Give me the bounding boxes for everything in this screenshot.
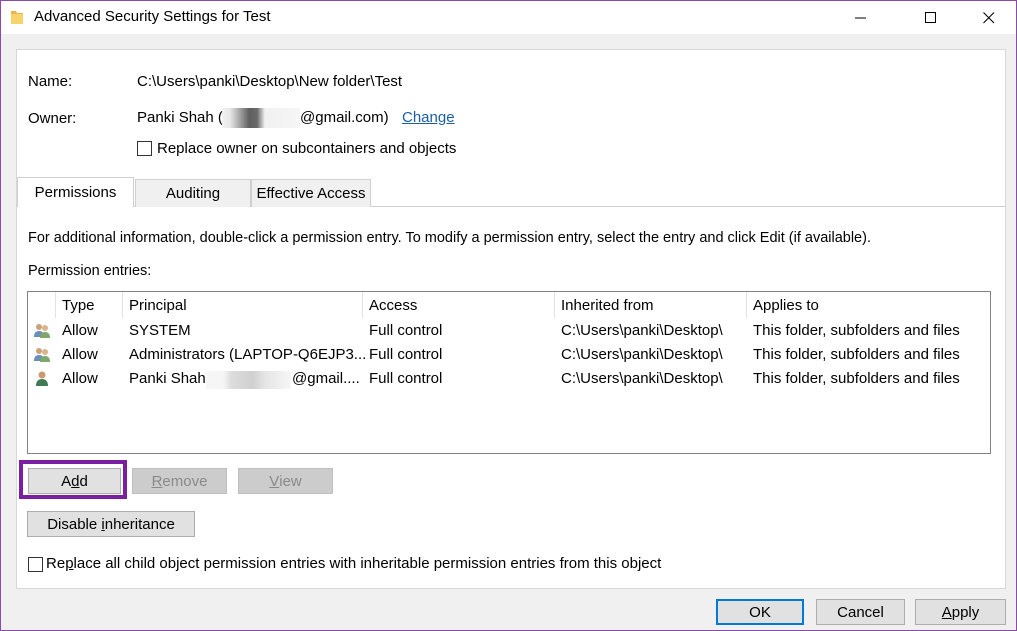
header-applies-to[interactable]: Applies to xyxy=(747,292,989,318)
tab-permissions-label: Permissions xyxy=(34,184,117,201)
info-text: For additional information, double-click… xyxy=(28,230,871,246)
header-principal[interactable]: Principal xyxy=(123,292,363,318)
apply-button[interactable]: Apply xyxy=(915,599,1006,625)
row-type: Allow xyxy=(62,370,98,387)
view-label-b: iew xyxy=(279,472,302,490)
row-principal: SYSTEM xyxy=(129,322,191,339)
tab-auditing-label: Auditing xyxy=(165,185,221,202)
owner-change-link[interactable]: Change xyxy=(402,109,455,126)
ok-label: OK xyxy=(749,603,771,621)
redacted-email xyxy=(222,108,300,128)
replace-owner-label: Replace owner on subcontainers and objec… xyxy=(157,140,457,157)
owner-label: Owner: xyxy=(28,110,77,127)
minimize-button[interactable] xyxy=(838,1,884,34)
header-inherited-from[interactable]: Inherited from xyxy=(555,292,747,318)
row-access: Full control xyxy=(369,322,443,339)
header-principal-label: Principal xyxy=(129,296,187,314)
row-type: Allow xyxy=(62,322,98,339)
owner-prefix: Panki Shah ( xyxy=(137,109,223,126)
maximize-button[interactable] xyxy=(908,1,954,34)
row-access: Full control xyxy=(369,370,443,387)
row-applies: This folder, subfolders and files xyxy=(753,322,960,339)
header-type-label: Type xyxy=(62,296,95,314)
window-title: Advanced Security Settings for Test xyxy=(34,8,271,25)
table-row[interactable]: Allow Administrators (LAPTOP-Q6EJP3... F… xyxy=(28,343,990,367)
row-inherited: C:\Users\panki\Desktop\ xyxy=(561,346,723,363)
tab-auditing[interactable]: Auditing xyxy=(135,179,251,207)
settings-panel: Name: C:\Users\panki\Desktop\New folder\… xyxy=(16,49,1006,589)
remove-button[interactable]: Remove xyxy=(132,468,227,494)
row-applies: This folder, subfolders and files xyxy=(753,370,960,387)
remove-label-mnemonic: R xyxy=(151,472,163,490)
redacted-email xyxy=(206,371,291,389)
table-row[interactable]: Allow Panki Shah ( @gmail.... Full contr… xyxy=(28,367,990,391)
security-settings-window: Advanced Security Settings for Test Name… xyxy=(0,0,1017,631)
title-bar[interactable]: Advanced Security Settings for Test xyxy=(1,1,1016,34)
header-icon-col xyxy=(28,292,56,318)
header-type[interactable]: Type xyxy=(56,292,123,318)
tab-effective-access[interactable]: Effective Access xyxy=(251,179,371,207)
table-row[interactable]: Allow SYSTEM Full control C:\Users\panki… xyxy=(28,319,990,343)
disable-label-a: Disable xyxy=(47,515,102,533)
tab-effective-access-label: Effective Access xyxy=(256,185,366,202)
single-user-icon xyxy=(36,371,48,386)
disable-inheritance-button[interactable]: Disable i nheritance xyxy=(27,511,195,537)
close-icon xyxy=(983,11,995,23)
view-label-mnemonic: V xyxy=(269,472,280,490)
header-applies-label: Applies to xyxy=(753,296,819,314)
maximize-icon xyxy=(925,11,936,23)
permission-entries-label: Permission entries: xyxy=(28,263,152,279)
add-highlight-box xyxy=(19,460,127,499)
header-access[interactable]: Access xyxy=(363,292,555,318)
replace-child-checkbox[interactable] xyxy=(28,557,43,572)
disable-label-b: nheritance xyxy=(104,515,175,533)
apply-label-b: pply xyxy=(951,603,980,621)
name-label: Name: xyxy=(28,73,73,90)
row-inherited: C:\Users\panki\Desktop\ xyxy=(561,370,723,387)
name-value: C:\Users\panki\Desktop\New folder\Test xyxy=(137,73,403,90)
row-principal-suffix: @gmail.... xyxy=(292,370,360,387)
row-applies: This folder, subfolders and files xyxy=(753,346,960,363)
header-inherited-label: Inherited from xyxy=(561,296,654,314)
replace-child-b: lace all child object permission entries… xyxy=(73,555,662,572)
cancel-button[interactable]: Cancel xyxy=(816,599,905,625)
apply-label-mnemonic: A xyxy=(941,603,952,621)
replace-child-mnemonic: p xyxy=(65,555,74,572)
replace-owner-checkbox[interactable] xyxy=(137,141,152,156)
minimize-icon xyxy=(855,17,866,18)
replace-child-label: Replace all child object permission entr… xyxy=(46,555,661,572)
folder-icon xyxy=(11,11,23,24)
row-access: Full control xyxy=(369,346,443,363)
cancel-label: Cancel xyxy=(837,603,884,621)
tab-permissions[interactable]: Permissions xyxy=(17,177,134,207)
row-principal: Administrators (LAPTOP-Q6EJP3... xyxy=(129,346,367,363)
close-button[interactable] xyxy=(966,1,1012,34)
remove-label-b: emove xyxy=(162,472,208,490)
replace-child-a: Re xyxy=(46,555,66,572)
group-users-icon xyxy=(34,324,50,338)
header-access-label: Access xyxy=(369,296,418,314)
permission-entries-list[interactable]: Type Principal Access Inherited from App… xyxy=(27,291,991,454)
ok-button[interactable]: OK xyxy=(716,599,804,625)
row-principal-prefix: Panki Shah ( xyxy=(129,370,215,387)
row-inherited: C:\Users\panki\Desktop\ xyxy=(561,322,723,339)
row-type: Allow xyxy=(62,346,98,363)
group-users-icon xyxy=(34,348,50,362)
view-button[interactable]: View xyxy=(238,468,333,494)
owner-suffix: @gmail.com) xyxy=(300,109,389,126)
